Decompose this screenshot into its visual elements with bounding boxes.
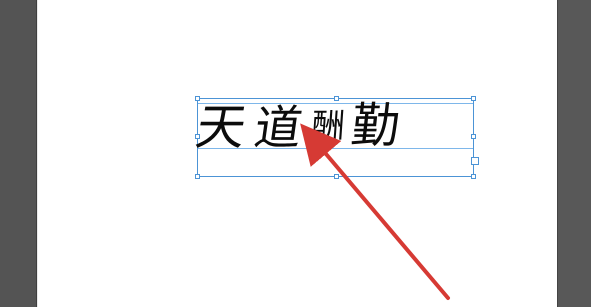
text-frame-out-port[interactable] <box>471 157 479 165</box>
calligraphy-text[interactable]: 天 道 酬 勤 <box>192 98 473 170</box>
right-workspace-strip <box>557 0 591 307</box>
calligraphy-character: 天 <box>191 99 251 156</box>
resize-handle-middle-left[interactable] <box>195 134 200 139</box>
resize-handle-bottom-left[interactable] <box>195 174 200 179</box>
workspace: 天 道 酬 勤 <box>0 0 591 307</box>
resize-handle-bottom-middle[interactable] <box>334 174 339 179</box>
artboard[interactable]: 天 道 酬 勤 <box>37 0 557 307</box>
selected-text-frame[interactable]: 天 道 酬 勤 <box>192 96 479 179</box>
calligraphy-character: 勤 <box>348 98 403 154</box>
resize-handle-bottom-right[interactable] <box>471 174 476 179</box>
calligraphy-character: 道 <box>250 101 306 156</box>
left-workspace-strip <box>0 0 37 307</box>
resize-handle-top-left[interactable] <box>195 96 200 101</box>
calligraphy-character: 酬 <box>310 106 347 145</box>
resize-handle-top-right[interactable] <box>471 96 476 101</box>
resize-handle-middle-right[interactable] <box>471 134 476 139</box>
resize-handle-top-middle[interactable] <box>334 96 339 101</box>
